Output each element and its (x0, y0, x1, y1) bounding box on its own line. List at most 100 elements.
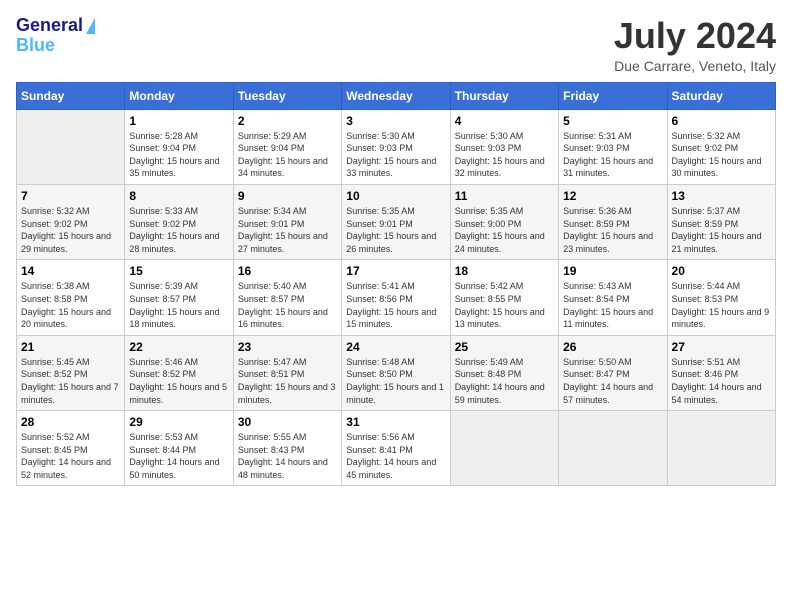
day-info: Sunrise: 5:30 AMSunset: 9:03 PMDaylight:… (455, 130, 554, 180)
calendar-cell: 31Sunrise: 5:56 AMSunset: 8:41 PMDayligh… (342, 411, 450, 486)
day-number: 7 (21, 189, 120, 203)
day-info: Sunrise: 5:28 AMSunset: 9:04 PMDaylight:… (129, 130, 228, 180)
day-info: Sunrise: 5:40 AMSunset: 8:57 PMDaylight:… (238, 280, 337, 330)
day-number: 14 (21, 264, 120, 278)
calendar-cell: 12Sunrise: 5:36 AMSunset: 8:59 PMDayligh… (559, 184, 667, 259)
day-number: 24 (346, 340, 445, 354)
calendar-cell: 13Sunrise: 5:37 AMSunset: 8:59 PMDayligh… (667, 184, 775, 259)
calendar-cell: 7Sunrise: 5:32 AMSunset: 9:02 PMDaylight… (17, 184, 125, 259)
calendar-cell: 29Sunrise: 5:53 AMSunset: 8:44 PMDayligh… (125, 411, 233, 486)
day-number: 31 (346, 415, 445, 429)
day-info: Sunrise: 5:34 AMSunset: 9:01 PMDaylight:… (238, 205, 337, 255)
weekday-header-row: SundayMondayTuesdayWednesdayThursdayFrid… (17, 82, 776, 109)
day-info: Sunrise: 5:46 AMSunset: 8:52 PMDaylight:… (129, 356, 228, 406)
day-number: 20 (672, 264, 771, 278)
day-info: Sunrise: 5:47 AMSunset: 8:51 PMDaylight:… (238, 356, 337, 406)
day-info: Sunrise: 5:43 AMSunset: 8:54 PMDaylight:… (563, 280, 662, 330)
day-number: 2 (238, 114, 337, 128)
week-row-1: 1 Sunrise: 5:28 AMSunset: 9:04 PMDaylight… (17, 109, 776, 184)
day-number: 21 (21, 340, 120, 354)
logo-general: General (16, 15, 83, 35)
day-info: Sunrise: 5:32 AMSunset: 9:02 PMDaylight:… (672, 130, 771, 180)
day-number: 15 (129, 264, 228, 278)
day-number: 3 (346, 114, 445, 128)
calendar-table: SundayMondayTuesdayWednesdayThursdayFrid… (16, 82, 776, 487)
calendar-cell: 15 Sunrise: 5:39 AMSunset: 8:57 PMDayligh… (125, 260, 233, 335)
logo-top: General (16, 16, 95, 36)
day-info: Sunrise: 5:31 AMSunset: 9:03 PMDaylight:… (563, 130, 662, 180)
day-number: 9 (238, 189, 337, 203)
calendar-cell: 16 Sunrise: 5:40 AMSunset: 8:57 PMDayligh… (233, 260, 341, 335)
calendar-cell: 6 Sunrise: 5:32 AMSunset: 9:02 PMDaylight… (667, 109, 775, 184)
calendar-cell: 28 Sunrise: 5:52 AMSunset: 8:45 PMDayligh… (17, 411, 125, 486)
week-row-5: 28 Sunrise: 5:52 AMSunset: 8:45 PMDayligh… (17, 411, 776, 486)
day-number: 28 (21, 415, 120, 429)
week-row-3: 14 Sunrise: 5:38 AMSunset: 8:58 PMDayligh… (17, 260, 776, 335)
day-number: 27 (672, 340, 771, 354)
day-info: Sunrise: 5:35 AMSunset: 9:01 PMDaylight:… (346, 205, 445, 255)
calendar-title: July 2024 (614, 16, 776, 56)
day-number: 22 (129, 340, 228, 354)
calendar-cell (559, 411, 667, 486)
day-info: Sunrise: 5:37 AMSunset: 8:59 PMDaylight:… (672, 205, 771, 255)
calendar-cell: 5Sunrise: 5:31 AMSunset: 9:03 PMDaylight… (559, 109, 667, 184)
calendar-cell: 20 Sunrise: 5:44 AMSunset: 8:53 PMDayligh… (667, 260, 775, 335)
calendar-cell: 11 Sunrise: 5:35 AMSunset: 9:00 PMDayligh… (450, 184, 558, 259)
calendar-cell: 2 Sunrise: 5:29 AMSunset: 9:04 PMDaylight… (233, 109, 341, 184)
day-number: 1 (129, 114, 228, 128)
logo-blue: Blue (16, 36, 95, 56)
day-info: Sunrise: 5:38 AMSunset: 8:58 PMDaylight:… (21, 280, 120, 330)
weekday-header-sunday: Sunday (17, 82, 125, 109)
day-info: Sunrise: 5:48 AMSunset: 8:50 PMDaylight:… (346, 356, 445, 406)
day-number: 16 (238, 264, 337, 278)
day-number: 19 (563, 264, 662, 278)
calendar-cell: 4 Sunrise: 5:30 AMSunset: 9:03 PMDaylight… (450, 109, 558, 184)
weekday-header-thursday: Thursday (450, 82, 558, 109)
title-block: July 2024 Due Carrare, Veneto, Italy (614, 16, 776, 74)
day-info: Sunrise: 5:44 AMSunset: 8:53 PMDaylight:… (672, 280, 771, 330)
calendar-cell (667, 411, 775, 486)
day-info: Sunrise: 5:39 AMSunset: 8:57 PMDaylight:… (129, 280, 228, 330)
day-number: 8 (129, 189, 228, 203)
day-number: 12 (563, 189, 662, 203)
calendar-cell: 25 Sunrise: 5:49 AMSunset: 8:48 PMDayligh… (450, 335, 558, 410)
day-number: 26 (563, 340, 662, 354)
calendar-cell: 3Sunrise: 5:30 AMSunset: 9:03 PMDaylight… (342, 109, 450, 184)
calendar-cell: 23Sunrise: 5:47 AMSunset: 8:51 PMDayligh… (233, 335, 341, 410)
weekday-header-wednesday: Wednesday (342, 82, 450, 109)
day-number: 18 (455, 264, 554, 278)
calendar-cell: 10 Sunrise: 5:35 AMSunset: 9:01 PMDayligh… (342, 184, 450, 259)
calendar-cell: 26 Sunrise: 5:50 AMSunset: 8:47 PMDayligh… (559, 335, 667, 410)
calendar-cell (450, 411, 558, 486)
day-info: Sunrise: 5:29 AMSunset: 9:04 PMDaylight:… (238, 130, 337, 180)
calendar-cell: 8 Sunrise: 5:33 AMSunset: 9:02 PMDaylight… (125, 184, 233, 259)
calendar-cell: 22 Sunrise: 5:46 AMSunset: 8:52 PMDayligh… (125, 335, 233, 410)
day-info: Sunrise: 5:41 AMSunset: 8:56 PMDaylight:… (346, 280, 445, 330)
day-number: 30 (238, 415, 337, 429)
day-number: 10 (346, 189, 445, 203)
day-info: Sunrise: 5:50 AMSunset: 8:47 PMDaylight:… (563, 356, 662, 406)
calendar-cell: 19 Sunrise: 5:43 AMSunset: 8:54 PMDayligh… (559, 260, 667, 335)
weekday-header-friday: Friday (559, 82, 667, 109)
weekday-header-tuesday: Tuesday (233, 82, 341, 109)
day-info: Sunrise: 5:51 AMSunset: 8:46 PMDaylight:… (672, 356, 771, 406)
day-number: 25 (455, 340, 554, 354)
week-row-4: 21Sunrise: 5:45 AMSunset: 8:52 PMDayligh… (17, 335, 776, 410)
day-number: 17 (346, 264, 445, 278)
day-number: 4 (455, 114, 554, 128)
day-info: Sunrise: 5:52 AMSunset: 8:45 PMDaylight:… (21, 431, 120, 481)
logo: General Blue (16, 16, 95, 56)
calendar-subtitle: Due Carrare, Veneto, Italy (614, 58, 776, 74)
day-info: Sunrise: 5:33 AMSunset: 9:02 PMDaylight:… (129, 205, 228, 255)
week-row-2: 7Sunrise: 5:32 AMSunset: 9:02 PMDaylight… (17, 184, 776, 259)
calendar-cell: 24 Sunrise: 5:48 AMSunset: 8:50 PMDayligh… (342, 335, 450, 410)
day-info: Sunrise: 5:49 AMSunset: 8:48 PMDaylight:… (455, 356, 554, 406)
weekday-header-monday: Monday (125, 82, 233, 109)
calendar-cell: 14 Sunrise: 5:38 AMSunset: 8:58 PMDayligh… (17, 260, 125, 335)
day-number: 29 (129, 415, 228, 429)
calendar-cell: 21Sunrise: 5:45 AMSunset: 8:52 PMDayligh… (17, 335, 125, 410)
calendar-cell: 17 Sunrise: 5:41 AMSunset: 8:56 PMDayligh… (342, 260, 450, 335)
day-info: Sunrise: 5:35 AMSunset: 9:00 PMDaylight:… (455, 205, 554, 255)
day-number: 6 (672, 114, 771, 128)
day-number: 11 (455, 189, 554, 203)
